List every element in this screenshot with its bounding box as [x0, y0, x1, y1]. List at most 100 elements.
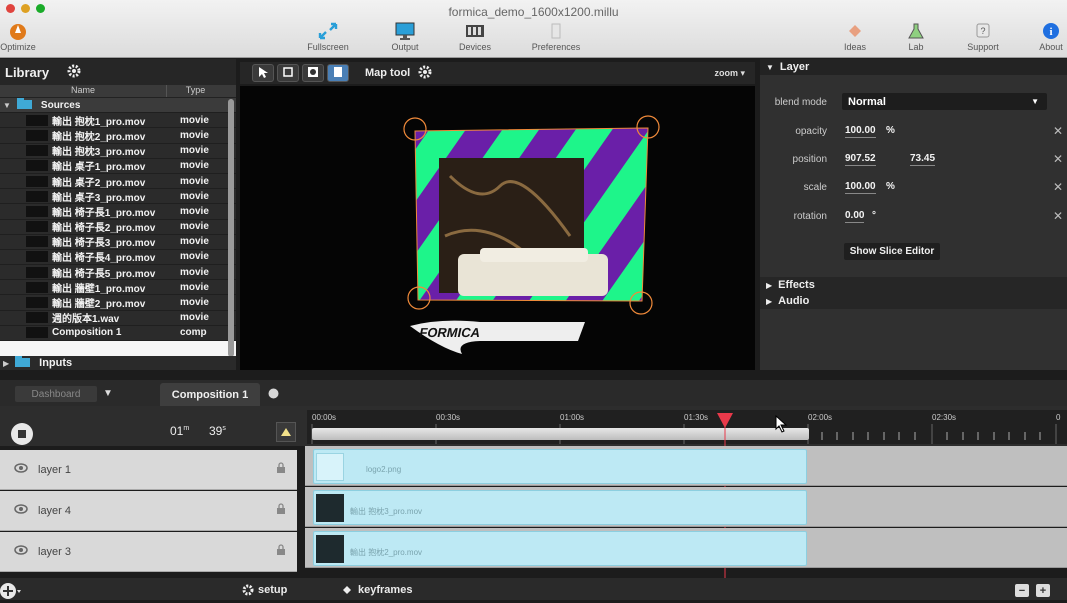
lock-icon[interactable]	[276, 503, 286, 518]
library-item[interactable]: Composition 1 comp	[0, 326, 236, 341]
reset-opacity-icon[interactable]: ✕	[1053, 124, 1063, 138]
zoom-out-button[interactable]: −	[1015, 584, 1029, 597]
rotation-field[interactable]: 0.00	[845, 210, 865, 223]
fullscreen-icon	[306, 20, 350, 42]
library-scrollbar[interactable]	[228, 99, 234, 357]
library-item[interactable]: 輸出 桌子3_pro.mov movie	[0, 189, 236, 205]
library-item[interactable]: 輸出 椅子長4_pro.mov movie	[0, 250, 236, 266]
collapse-timeline-button[interactable]	[276, 422, 296, 442]
disclosure-triangle-icon[interactable]: ▼	[766, 63, 774, 72]
track-header-layer-3[interactable]: layer 3	[0, 532, 297, 572]
inputs-folder[interactable]: ▶ Inputs	[0, 356, 236, 370]
keyframes-tab[interactable]: keyframes	[342, 584, 412, 596]
eye-icon[interactable]	[14, 463, 28, 476]
track-header-layer-1[interactable]: layer 1	[0, 450, 297, 490]
position-y-field[interactable]: 73.45	[910, 153, 936, 166]
disclosure-triangle-icon[interactable]: ▼	[3, 101, 11, 110]
duration-minutes[interactable]: 01m	[170, 424, 189, 438]
layer-section-header[interactable]: ▼ Layer	[760, 59, 1067, 75]
library-item[interactable]: 輸出 椅子長2_pro.mov movie	[0, 220, 236, 235]
lab-button[interactable]: Lab	[904, 20, 928, 52]
reset-position-icon[interactable]: ✕	[1053, 152, 1063, 166]
library-item[interactable]: 輸出 抱枕2_pro.mov movie	[0, 128, 236, 144]
library-item[interactable]: 週的版本1.wav movie	[0, 311, 236, 326]
opacity-field[interactable]: 100.00	[845, 125, 876, 138]
gear-icon[interactable]	[67, 64, 81, 81]
tab-menu-chevron-icon[interactable]: ▼	[103, 388, 113, 399]
library-item-thumbnail	[26, 114, 48, 126]
select-tool-button[interactable]	[252, 64, 274, 82]
lock-icon[interactable]	[276, 462, 286, 477]
setup-tab[interactable]: setup	[242, 584, 287, 596]
library-item[interactable]: 輸出 桌子1_pro.mov movie	[0, 159, 236, 174]
new-tab-icon[interactable]	[268, 388, 279, 402]
disclosure-triangle-icon[interactable]: ▶	[766, 297, 772, 306]
library-item[interactable]: 輸出 抱枕3_pro.mov movie	[0, 144, 236, 159]
duration-seconds[interactable]: 39s	[209, 424, 226, 438]
library-item[interactable]: 輸出 椅子長3_pro.mov movie	[0, 235, 236, 250]
audio-label: Audio	[778, 295, 810, 307]
reset-rotation-icon[interactable]: ✕	[1053, 209, 1063, 223]
optimize-label: Optimize	[0, 42, 36, 52]
disclosure-triangle-icon[interactable]: ▶	[766, 281, 772, 290]
tab-dashboard[interactable]: Dashboard	[15, 386, 97, 402]
gear-icon[interactable]	[418, 65, 432, 82]
track-lane-layer-4[interactable]: 輸出 抱枕3_pro.mov	[305, 487, 1067, 527]
library-item-name: 輸出 抱枕3_pro.mov	[52, 147, 146, 159]
track-lane-layer-1[interactable]: logo2.png	[305, 446, 1067, 486]
library-item[interactable]: 輸出 牆壁1_pro.mov movie	[0, 280, 236, 296]
mask-icon	[307, 66, 319, 81]
disclosure-triangle-icon[interactable]: ▶	[3, 359, 9, 368]
ideas-button[interactable]: Ideas	[840, 20, 870, 52]
show-slice-editor-button[interactable]: Show Slice Editor	[844, 243, 940, 260]
reset-scale-icon[interactable]: ✕	[1053, 180, 1063, 194]
library-item-thumbnail	[26, 266, 48, 278]
map-tool-button[interactable]	[327, 64, 349, 82]
library-item[interactable]: 輸出 桌子2_pro.mov movie	[0, 174, 236, 190]
effects-section-header[interactable]: ▶ Effects	[760, 277, 1067, 293]
devices-button[interactable]: Devices	[456, 20, 494, 52]
rotation-unit: °	[872, 210, 876, 221]
library-item[interactable]: 輸出 牆壁2_pro.mov movie	[0, 295, 236, 311]
audio-section-header[interactable]: ▶ Audio	[760, 293, 1067, 309]
support-icon: ?	[964, 20, 1002, 42]
preview-canvas[interactable]: FORMICA	[240, 86, 755, 370]
transform-tool-button[interactable]	[277, 64, 299, 82]
library-item[interactable]: 輸出 抱枕1_pro.mov movie	[0, 113, 236, 129]
position-x-field[interactable]: 907.52	[845, 153, 876, 166]
position-row: position 907.52 73.45 ✕	[760, 149, 1067, 169]
lock-icon[interactable]	[276, 544, 286, 559]
stop-button[interactable]	[10, 422, 34, 449]
fullscreen-button[interactable]: Fullscreen	[306, 20, 350, 52]
clip-pillow2[interactable]: 輸出 抱枕2_pro.mov	[313, 531, 807, 566]
clip-thumbnail	[316, 453, 344, 481]
scale-field[interactable]: 100.00	[845, 181, 876, 194]
support-button[interactable]: ? Support	[964, 20, 1002, 52]
column-name[interactable]: Name	[0, 85, 166, 97]
tab-composition[interactable]: Composition 1	[160, 383, 260, 406]
library-empty-selected-row[interactable]	[0, 341, 236, 357]
library-item[interactable]: 輸出 椅子長5_pro.mov movie	[0, 265, 236, 281]
eye-icon[interactable]	[14, 545, 28, 558]
zoom-select[interactable]: zoom ▾	[714, 68, 745, 79]
clip-pillow3[interactable]: 輸出 抱枕3_pro.mov	[313, 490, 807, 525]
zoom-in-button[interactable]: +	[1036, 584, 1050, 597]
preferences-button[interactable]: Preferences	[528, 20, 584, 52]
folder-icon	[15, 356, 31, 370]
optimize-button[interactable]: Optimize	[0, 20, 36, 52]
output-button[interactable]: Output	[388, 20, 422, 52]
playhead-marker-icon[interactable]	[717, 413, 733, 428]
column-type[interactable]: Type	[166, 85, 224, 97]
about-button[interactable]: i About	[1036, 20, 1066, 52]
sources-folder[interactable]: ▼ Sources	[0, 98, 236, 114]
library-item-name: Composition 1	[52, 327, 122, 339]
clip-logo2[interactable]: logo2.png	[313, 449, 807, 484]
blend-mode-select[interactable]: Normal ▼	[842, 93, 1047, 110]
library-item[interactable]: 輸出 椅子長1_pro.mov movie	[0, 204, 236, 220]
plus-icon	[0, 583, 21, 599]
library-item-name: 輸出 桌子2_pro.mov	[52, 177, 146, 189]
mask-tool-button[interactable]	[302, 64, 324, 82]
eye-icon[interactable]	[14, 504, 28, 517]
track-header-layer-4[interactable]: layer 4	[0, 491, 297, 531]
track-lane-layer-3[interactable]: 輸出 抱枕2_pro.mov	[305, 528, 1067, 568]
